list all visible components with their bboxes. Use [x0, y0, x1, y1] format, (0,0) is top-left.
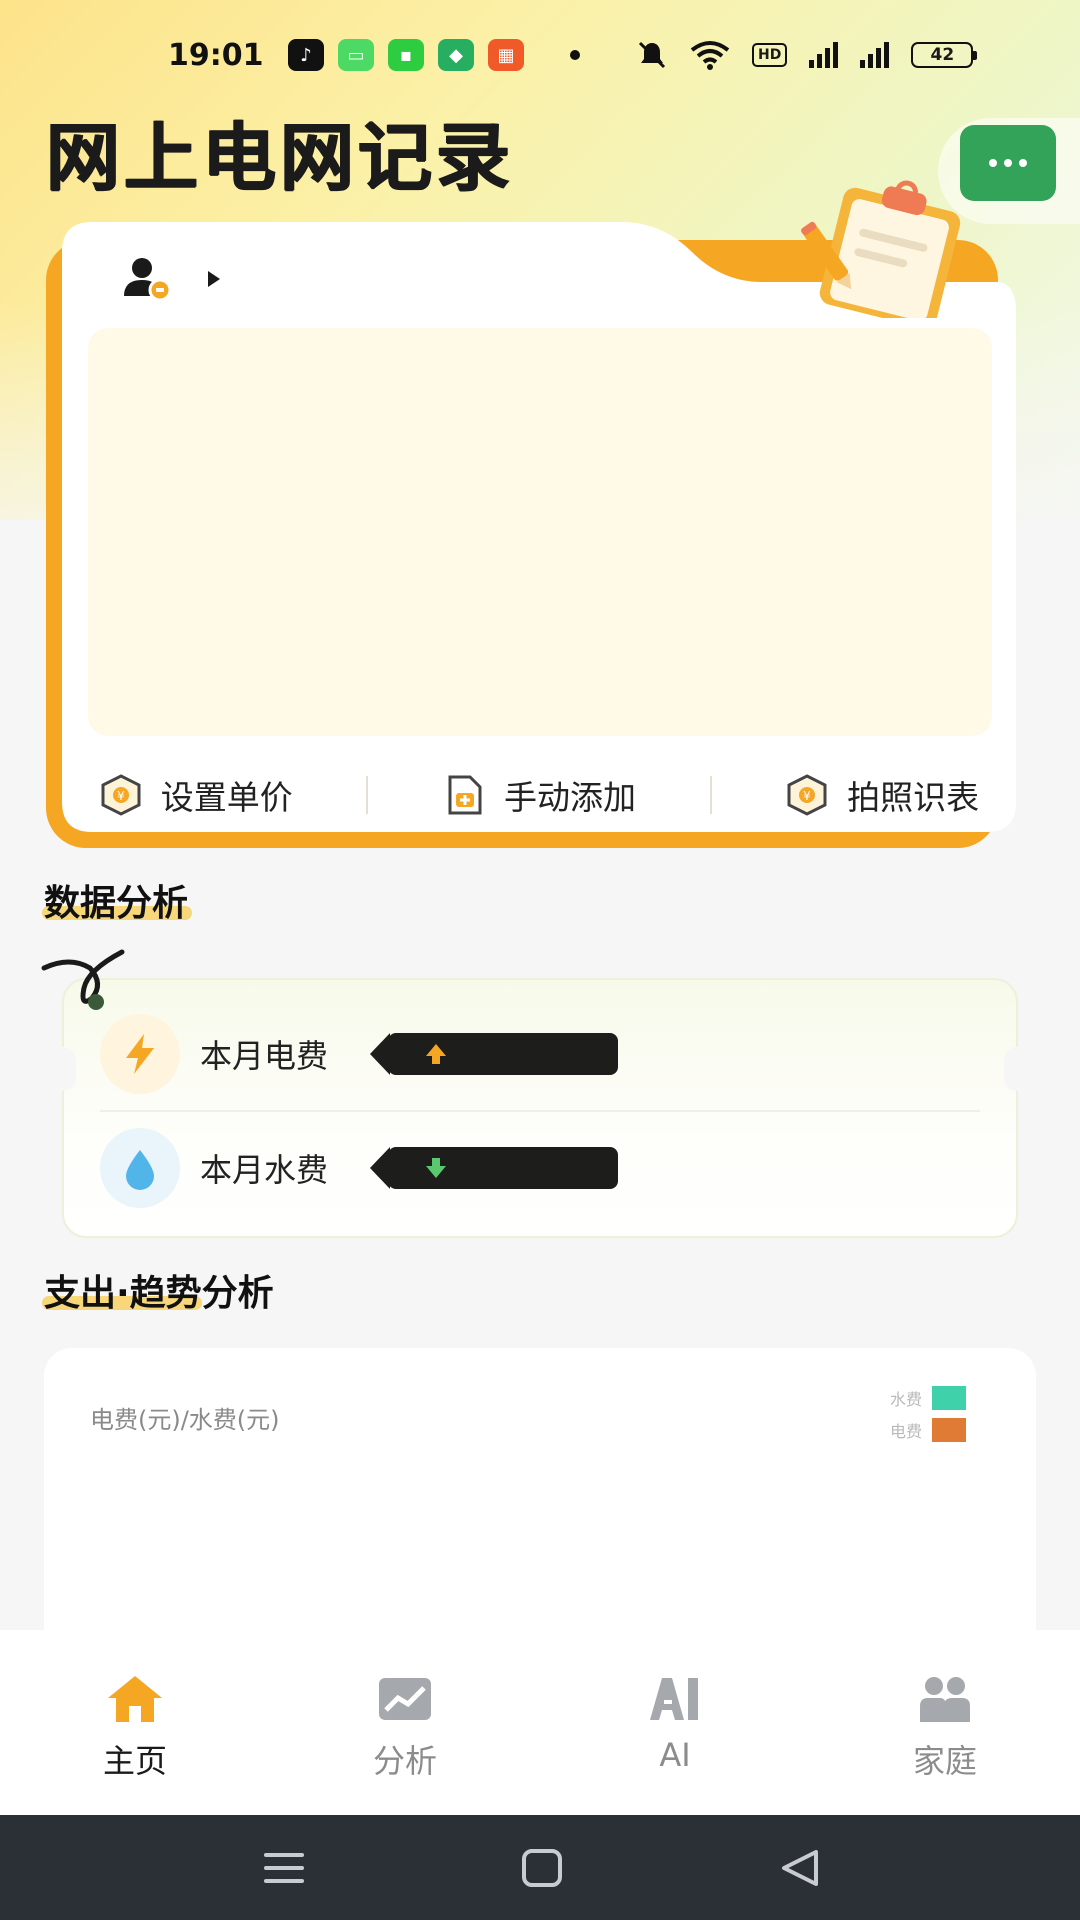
electricity-row[interactable]: 本月电费 [100, 1014, 618, 1094]
home-square-icon[interactable] [522, 1849, 562, 1887]
account-selector[interactable] [122, 256, 222, 302]
tiktok-icon: ♪ [288, 39, 324, 71]
electricity-label: 本月电费 [200, 1037, 329, 1075]
mute-bell-icon [638, 41, 666, 69]
back-icon[interactable] [780, 1849, 820, 1887]
more-dot [1004, 159, 1012, 167]
legend-item-water: 水费 [890, 1382, 967, 1414]
battery-icon: 42 [911, 42, 978, 68]
ai-icon [650, 1678, 698, 1720]
svg-text:¥: ¥ [117, 789, 125, 803]
nav-ai[interactable]: AI [540, 1630, 810, 1815]
up-arrow-icon [426, 1044, 446, 1064]
family-icon [920, 1677, 970, 1722]
more-dot [989, 159, 997, 167]
system-nav-bar [0, 1815, 1080, 1920]
water-row[interactable]: 本月水费 [100, 1128, 618, 1208]
lightning-icon [100, 1014, 180, 1094]
nav-family[interactable]: 家庭 [810, 1630, 1080, 1815]
chart-icon [379, 1678, 431, 1720]
manual-add-label: 手动添加 [503, 778, 636, 817]
divider [100, 1110, 980, 1112]
card-notch [50, 1047, 76, 1091]
nav-ai-label: AI [659, 1736, 691, 1774]
messages-icon: ▭ [338, 39, 374, 71]
card-actions: ¥ 设置单价 手动添加 ¥ 拍照识表 [62, 760, 1016, 830]
shield-app-icon: ◆ [438, 39, 474, 71]
status-bar: 19:01 ♪ ▭ ▪ ◆ ▦ HD 42 [0, 30, 1080, 80]
nav-home[interactable]: 主页 [0, 1630, 270, 1815]
caret-right-icon [208, 271, 220, 287]
status-app-icons: ♪ ▭ ▪ ◆ ▦ [288, 39, 524, 71]
status-time: 19:01 [168, 37, 264, 73]
water-label: 本月水费 [200, 1151, 329, 1189]
nav-home-label: 主页 [102, 1742, 167, 1780]
card-notch [1004, 1047, 1030, 1091]
photo-meter-button[interactable]: ¥ 拍照识表 [785, 771, 979, 819]
records-area [88, 328, 992, 736]
manual-add-button[interactable]: 手动添加 [442, 771, 636, 819]
chart-y-axis-label: 电费(元)/水费(元) [90, 1406, 280, 1434]
set-price-button[interactable]: ¥ 设置单价 [99, 771, 293, 819]
clipboard-illustration [801, 180, 961, 318]
legend-item-electricity: 电费 [890, 1414, 967, 1446]
signal-icon [809, 42, 839, 68]
wifi-icon [690, 41, 730, 70]
hd-badge: HD [752, 43, 788, 67]
signal-icon [860, 42, 890, 68]
divider [366, 776, 369, 814]
nav-analysis[interactable]: 分析 [270, 1630, 540, 1815]
trend-title: 支出·趋势分析 [44, 1273, 274, 1314]
red-app-icon: ▦ [488, 39, 524, 71]
divider [709, 776, 712, 814]
legend-water-swatch [932, 1386, 967, 1410]
chart-legend: 水费 电费 [890, 1382, 967, 1446]
water-value-pill [370, 1147, 618, 1189]
svg-text:¥: ¥ [803, 789, 811, 803]
photo-meter-label: 拍照识表 [847, 778, 980, 817]
down-arrow-icon [426, 1158, 446, 1178]
set-price-label: 设置单价 [160, 778, 293, 817]
legend-electricity-swatch [932, 1418, 967, 1442]
legend-electricity-label: 电费 [890, 1422, 923, 1441]
wallet-icon: ▪ [388, 39, 424, 71]
bottom-nav: 主页 分析 AI 家庭 [0, 1630, 1080, 1815]
user-icon [124, 258, 172, 302]
nav-analysis-label: 分析 [372, 1742, 437, 1780]
more-dot [1019, 159, 1027, 167]
add-document-icon [448, 775, 482, 815]
water-drop-icon [100, 1128, 180, 1208]
analysis-title: 数据分析 [44, 883, 189, 924]
coin-shield-icon: ¥ [101, 774, 141, 816]
notification-dot [570, 50, 580, 60]
status-indicators: HD 42 [636, 39, 978, 71]
home-icon [108, 1676, 162, 1722]
page-title: 网上电网记录 [46, 115, 514, 201]
menu-icon[interactable] [264, 1851, 304, 1885]
decorative-tick-icon [41, 949, 125, 1010]
legend-water-label: 水费 [890, 1390, 923, 1409]
coin-shield-icon: ¥ [787, 774, 827, 816]
electricity-value-pill [370, 1033, 618, 1075]
nav-family-label: 家庭 [912, 1742, 977, 1780]
